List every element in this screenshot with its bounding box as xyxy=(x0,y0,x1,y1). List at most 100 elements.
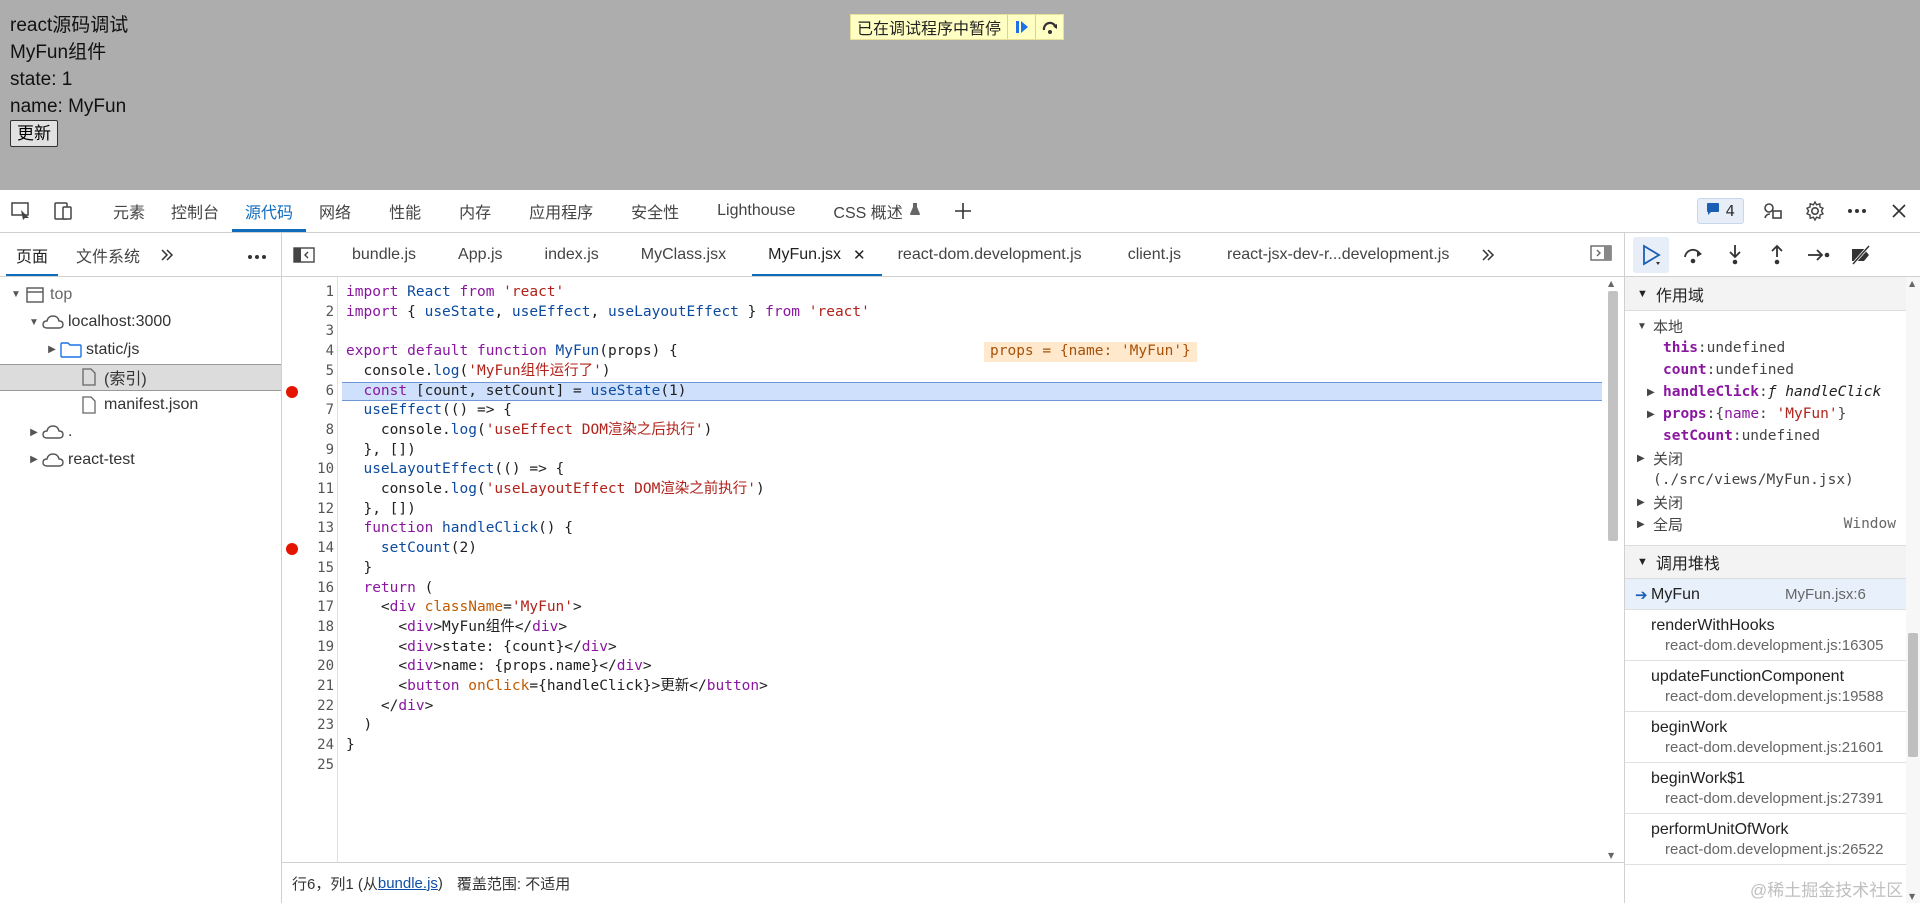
line-number[interactable]: 8 xyxy=(282,421,334,441)
step-into-icon[interactable] xyxy=(1717,237,1753,273)
toggle-navigator-icon[interactable] xyxy=(282,246,326,263)
code-line[interactable]: 13 function handleClick() { xyxy=(282,519,1602,539)
resume-icon[interactable] xyxy=(1007,15,1035,39)
code-line[interactable]: 1 import React from 'react' xyxy=(282,283,1602,303)
code-line[interactable]: 10 useLayoutEffect(() => { xyxy=(282,460,1602,480)
editor-scroll-thumb[interactable] xyxy=(1608,291,1618,541)
line-number[interactable]: 11 xyxy=(282,480,334,500)
call-stack-section-header[interactable]: ▼ 调用堆栈 xyxy=(1625,545,1920,579)
line-number[interactable]: 14 xyxy=(282,539,334,559)
tree-item-static-js[interactable]: ▶ static/js xyxy=(0,336,281,364)
call-frame[interactable]: performUnitOfWork react-dom.development.j… xyxy=(1625,814,1920,865)
line-number[interactable]: 3 xyxy=(282,322,334,342)
settings-gear-icon[interactable] xyxy=(1794,190,1836,232)
tree-item-manifest[interactable]: manifest.json xyxy=(0,391,281,419)
scope-global[interactable]: ▶ 全局 Window xyxy=(1625,513,1920,535)
scope-variable[interactable]: ▶ handleClick: ƒ handleClick xyxy=(1625,381,1920,403)
more-options-icon[interactable] xyxy=(1836,190,1878,232)
code-line[interactable]: 7 useEffect(() => { xyxy=(282,401,1602,421)
code-line[interactable]: 3 xyxy=(282,322,1602,342)
step-icon[interactable] xyxy=(1801,237,1837,273)
scope-variable[interactable]: count: undefined xyxy=(1625,359,1920,381)
tab-elements[interactable]: 元素 xyxy=(100,190,158,232)
device-toolbar-icon[interactable] xyxy=(42,190,84,232)
tab-console[interactable]: 控制台 xyxy=(158,190,232,232)
line-number[interactable]: 6 xyxy=(282,382,334,402)
editor-tab-app[interactable]: App.js xyxy=(442,233,518,276)
code-line[interactable]: 17 <div className='MyFun'> xyxy=(282,598,1602,618)
tree-item-index[interactable]: (索引) xyxy=(0,363,281,391)
update-button[interactable]: 更新 xyxy=(10,120,58,147)
tab-application[interactable]: 应用程序 xyxy=(516,190,606,232)
code-line[interactable]: 16 return ( xyxy=(282,579,1602,599)
step-out-icon[interactable] xyxy=(1759,237,1795,273)
more-editor-tabs-icon[interactable] xyxy=(1465,233,1511,276)
tree-item-react-test[interactable]: ▶ react-test xyxy=(0,446,281,474)
deactivate-breakpoints-icon[interactable] xyxy=(1843,237,1879,273)
scope-variable[interactable]: this: undefined xyxy=(1625,337,1920,359)
line-number[interactable]: 18 xyxy=(282,618,334,638)
step-over-icon[interactable] xyxy=(1035,15,1063,39)
call-frame[interactable]: beginWork react-dom.development.js:21601 xyxy=(1625,712,1920,763)
tab-lighthouse[interactable]: Lighthouse xyxy=(704,190,808,232)
more-tabs-chevron-icon[interactable] xyxy=(150,233,184,276)
line-number[interactable]: 24 xyxy=(282,736,334,756)
scope-local[interactable]: ▼ 本地 xyxy=(1625,315,1920,337)
line-number[interactable]: 19 xyxy=(282,638,334,658)
scope-variable[interactable]: ▶ props: {name: 'MyFun'} xyxy=(1625,403,1920,425)
code-line[interactable]: 11 console.log('useLayoutEffect DOM渲染之前执… xyxy=(282,480,1602,500)
code-line[interactable]: 4 export default function MyFun(props) {p… xyxy=(282,342,1602,362)
navigator-menu-icon[interactable] xyxy=(247,245,267,264)
tab-filesystem[interactable]: 文件系统 xyxy=(66,233,150,276)
scope-variable[interactable]: setCount: undefined xyxy=(1625,425,1920,447)
line-number[interactable]: 10 xyxy=(282,460,334,480)
editor-tab-index[interactable]: index.js xyxy=(529,233,615,276)
code-view[interactable]: 1 import React from 'react' 2 import { useS… xyxy=(282,277,1624,862)
editor-scrollbar[interactable]: ▲ ▼ xyxy=(1602,277,1624,862)
code-line[interactable]: 18 <div>MyFun组件</div> xyxy=(282,618,1602,638)
line-number[interactable]: 7 xyxy=(282,401,334,421)
toggle-debugger-icon[interactable] xyxy=(1590,245,1612,265)
editor-tab-client[interactable]: client.js xyxy=(1112,233,1197,276)
tab-page[interactable]: 页面 xyxy=(6,233,59,276)
line-number[interactable]: 5 xyxy=(282,362,334,382)
editor-tab-myclass[interactable]: MyClass.jsx xyxy=(625,233,742,276)
tree-item-dot[interactable]: ▶ . xyxy=(0,419,281,447)
code-line[interactable]: 12 }, []) xyxy=(282,500,1602,520)
sidebar-scroll-thumb[interactable] xyxy=(1908,633,1918,757)
tree-item-top[interactable]: ▼ top xyxy=(0,281,281,309)
tab-performance[interactable]: 性能 xyxy=(376,190,434,232)
editor-tab-myfun[interactable]: MyFun.jsx ✕ xyxy=(752,233,882,276)
tab-css-overview[interactable]: CSS 概述 xyxy=(820,190,933,232)
code-line[interactable]: 21 <button onClick={handleClick}>更新</but… xyxy=(282,677,1602,697)
editor-tab-react-jsx[interactable]: react-jsx-dev-r...development.js xyxy=(1211,233,1465,276)
code-line[interactable]: 8 console.log('useEffect DOM渲染之后执行') xyxy=(282,421,1602,441)
close-tab-icon[interactable]: ✕ xyxy=(853,246,866,264)
scope-closure-1[interactable]: ▶ 关闭 xyxy=(1625,447,1920,469)
code-line[interactable]: 22 </div> xyxy=(282,697,1602,717)
source-map-link[interactable]: bundle.js xyxy=(378,875,438,892)
code-line[interactable]: 2 import { useState, useEffect, useLayout… xyxy=(282,303,1602,323)
line-number[interactable]: 15 xyxy=(282,559,334,579)
tree-item-localhost[interactable]: ▼ localhost:3000 xyxy=(0,309,281,337)
customize-icon[interactable] xyxy=(1752,190,1794,232)
scope-closure-2[interactable]: ▶ 关闭 xyxy=(1625,491,1920,513)
line-number[interactable]: 16 xyxy=(282,579,334,599)
code-line[interactable]: 23 ) xyxy=(282,716,1602,736)
line-number[interactable]: 17 xyxy=(282,598,334,618)
code-line[interactable]: 14 setCount(2) xyxy=(282,539,1602,559)
call-frame[interactable]: beginWork$1 react-dom.development.js:2739… xyxy=(1625,763,1920,814)
code-line[interactable]: 5 console.log('MyFun组件运行了') xyxy=(282,362,1602,382)
inspect-element-icon[interactable] xyxy=(0,190,42,232)
call-frame[interactable]: updateFunctionComponent react-dom.develop… xyxy=(1625,661,1920,712)
step-over-icon[interactable] xyxy=(1675,237,1711,273)
tab-sources[interactable]: 源代码 xyxy=(232,190,307,232)
tab-security[interactable]: 安全性 xyxy=(618,190,692,232)
code-line[interactable]: 20 <div>name: {props.name}</div> xyxy=(282,657,1602,677)
line-number[interactable]: 13 xyxy=(282,519,334,539)
add-tab-icon[interactable] xyxy=(942,190,984,232)
tab-memory[interactable]: 内存 xyxy=(446,190,504,232)
line-number[interactable]: 22 xyxy=(282,697,334,717)
line-number[interactable]: 21 xyxy=(282,677,334,697)
line-number[interactable]: 1 xyxy=(282,283,334,303)
